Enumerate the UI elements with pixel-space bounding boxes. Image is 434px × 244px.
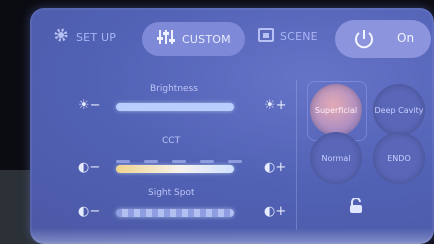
cct-increase-button[interactable]: ◐+: [264, 160, 286, 175]
sight-spot-decrease-button[interactable]: ◐−: [78, 204, 100, 219]
brightness-increase-button[interactable]: ☀+: [264, 98, 287, 113]
control-panel-screen: SET UP CUSTOM SCENE On Brightness ☀− ☀+ …: [30, 8, 434, 244]
cct-label: CCT: [162, 136, 181, 146]
mode-deep-cavity-button[interactable]: Deep Cavity: [373, 84, 425, 136]
tab-setup[interactable]: SET UP: [52, 26, 116, 48]
mode-endo-button[interactable]: ENDO: [373, 132, 425, 184]
unlock-icon[interactable]: [348, 197, 366, 218]
cct-decrease-button[interactable]: ◐−: [78, 160, 100, 175]
mode-endo-label: ENDO: [387, 153, 411, 163]
sight-spot-increase-button[interactable]: ◐+: [264, 204, 286, 219]
tab-custom-label: CUSTOM: [182, 32, 231, 46]
cct-slider[interactable]: [116, 165, 234, 173]
sight-spot-label: Sight Spot: [148, 188, 195, 198]
brightness-slider-row: ☀− ☀+: [66, 96, 296, 118]
mode-deep-cavity-label: Deep Cavity: [374, 105, 424, 115]
panel-divider: [296, 80, 297, 230]
tab-scene[interactable]: SCENE: [258, 26, 318, 46]
brightness-decrease-button[interactable]: ☀−: [78, 98, 101, 113]
mode-superficial-label: Superficial: [314, 105, 358, 115]
power-label: On: [397, 31, 415, 45]
sight-spot-slider[interactable]: [116, 209, 234, 217]
mode-normal-button[interactable]: Normal: [310, 132, 362, 184]
sliders-icon: [156, 28, 176, 50]
power-icon: [353, 28, 375, 54]
mode-superficial-button[interactable]: Superficial: [310, 84, 362, 136]
top-bar: SET UP CUSTOM SCENE On: [30, 8, 434, 68]
scene-icon: [258, 26, 274, 46]
tab-scene-label: SCENE: [280, 29, 318, 43]
brightness-label: Brightness: [150, 84, 198, 94]
tab-setup-label: SET UP: [76, 30, 117, 44]
power-toggle[interactable]: On: [335, 20, 431, 58]
brightness-slider[interactable]: [116, 103, 234, 111]
gear-icon: [52, 26, 70, 48]
mode-normal-label: Normal: [321, 153, 351, 163]
sight-spot-slider-row: ◐− ◐+: [66, 202, 296, 224]
cct-slider-row: ◐− ◐+: [66, 158, 296, 180]
tab-custom[interactable]: CUSTOM: [142, 22, 245, 56]
